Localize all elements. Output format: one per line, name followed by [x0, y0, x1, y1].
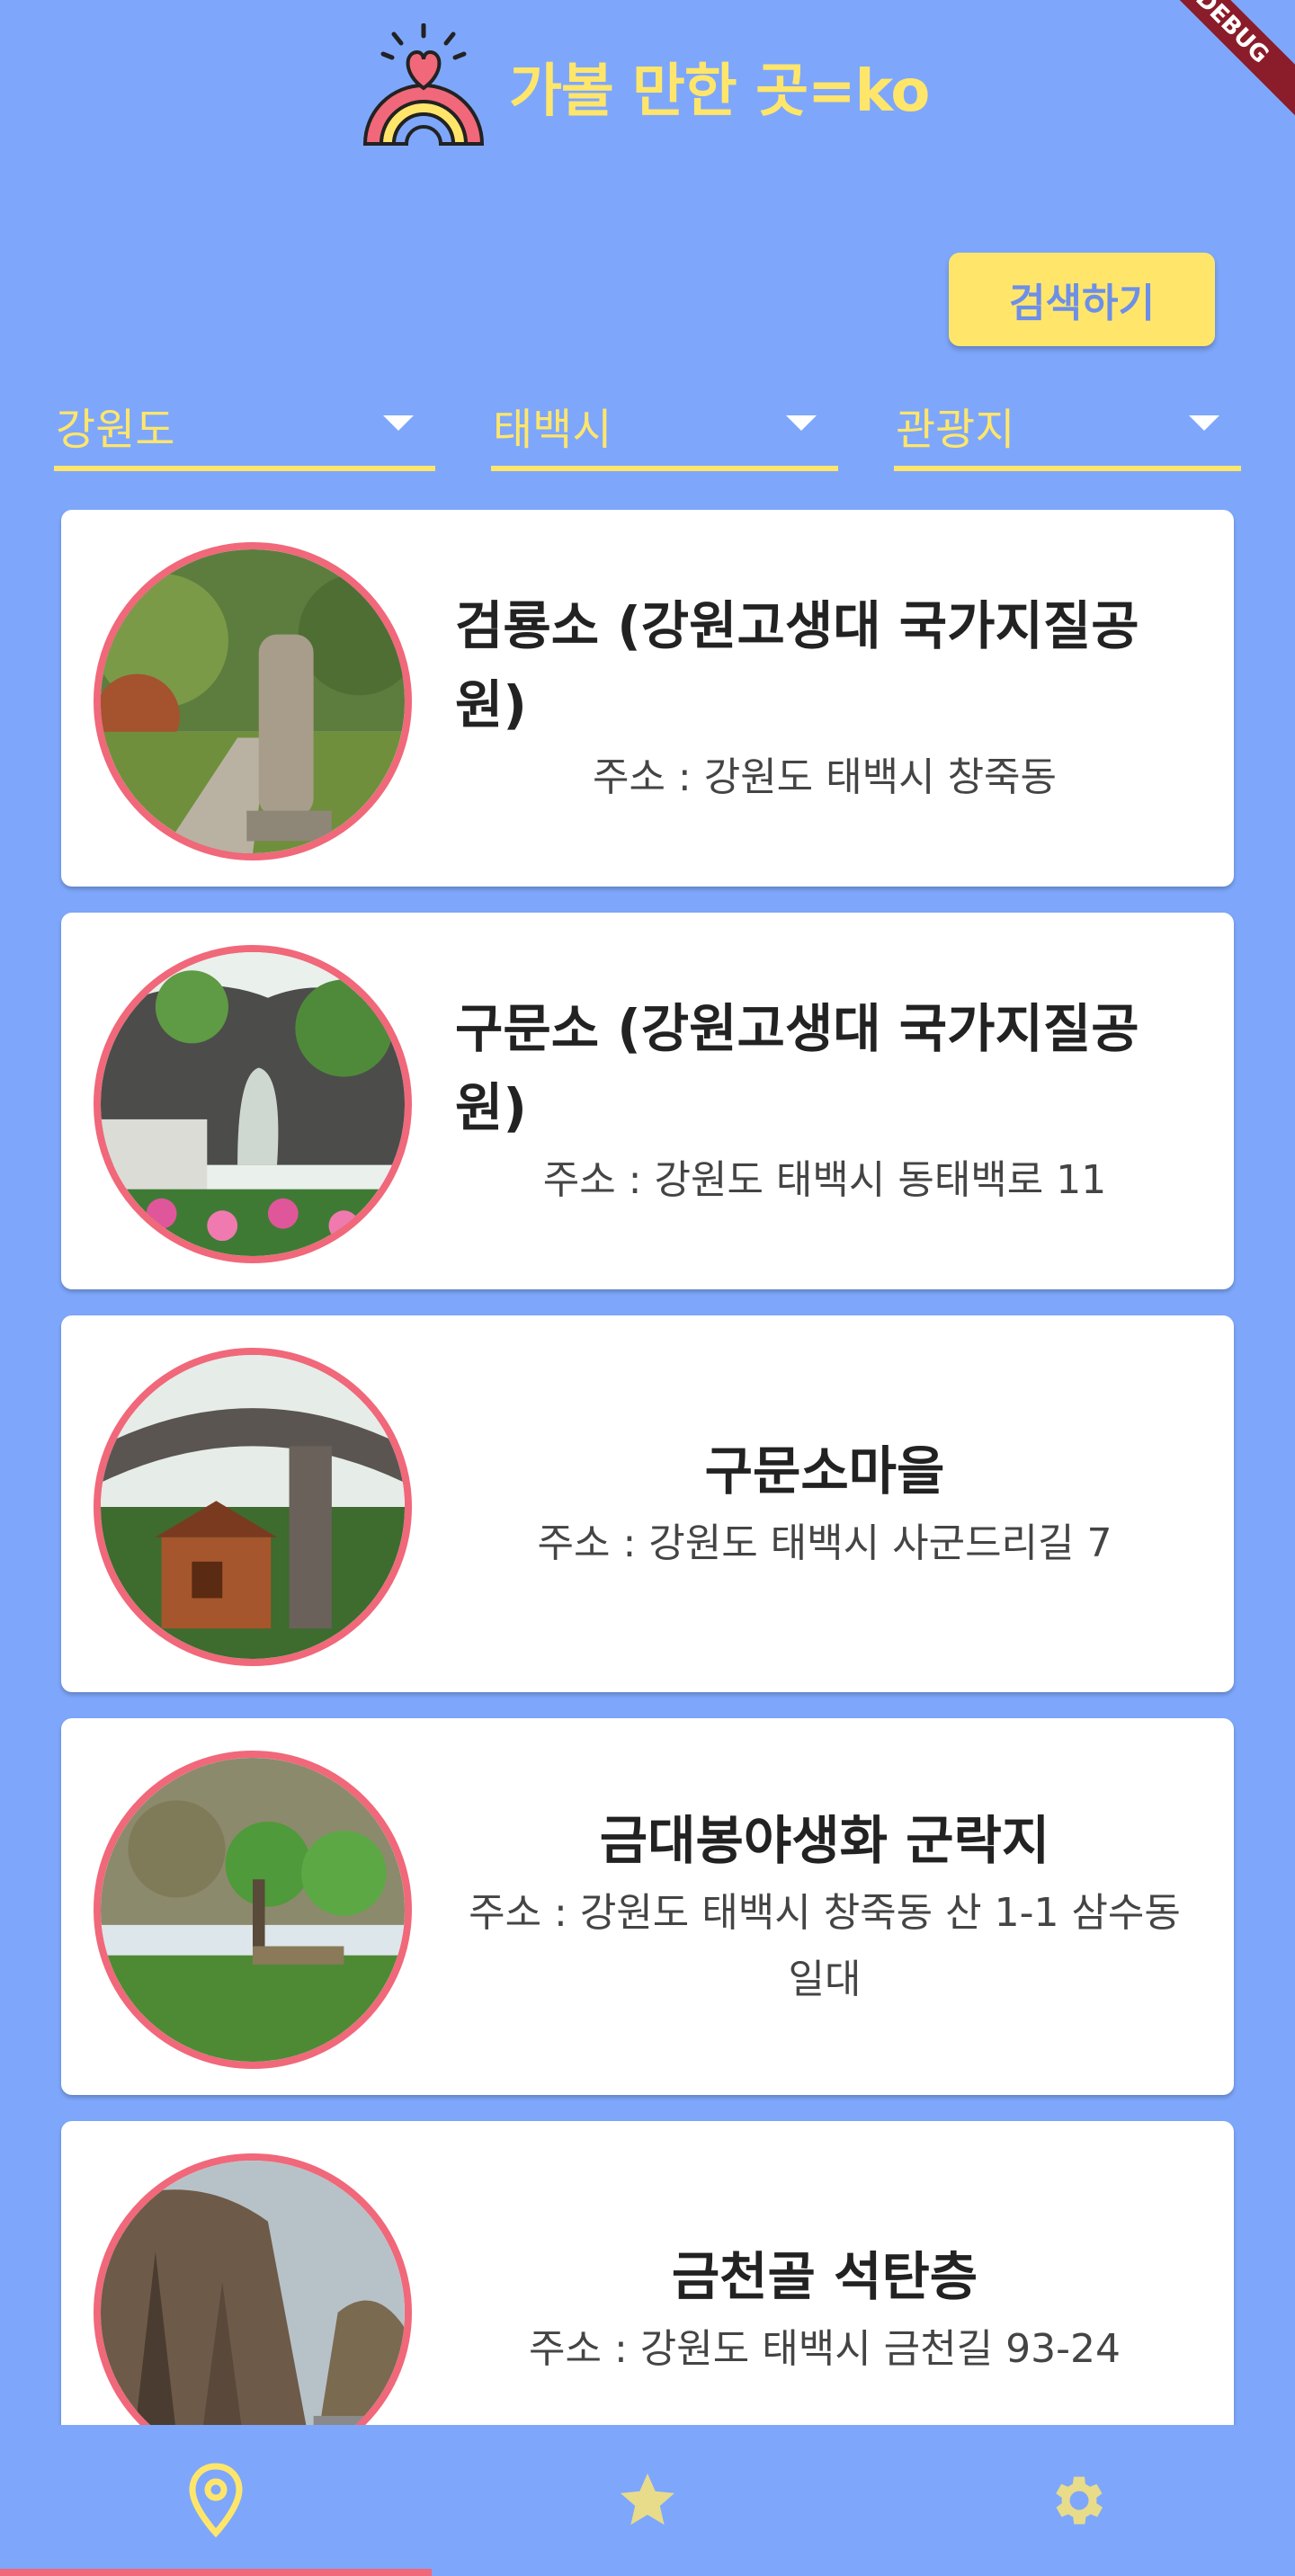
province-dropdown-value: 강원도 — [56, 405, 175, 455]
search-button[interactable]: 검색하기 — [949, 253, 1215, 346]
place-card[interactable]: 구문소 (강원고생대 국가지질공원) 주소 : 강원도 태백시 동태백로 11 — [61, 913, 1234, 1289]
place-photo — [94, 2153, 412, 2425]
category-dropdown[interactable]: 관광지 — [894, 385, 1241, 471]
dropdown-arrow-icon — [786, 415, 817, 431]
city-dropdown-value: 태백시 — [493, 405, 612, 455]
place-address: 주소 : 강원도 태백시 동태백로 11 — [542, 1156, 1107, 1203]
place-card[interactable]: 금천골 석탄층 주소 : 강원도 태백시 금천길 93-24 — [61, 2121, 1234, 2425]
app-title: 가볼 만한 곳=ko — [509, 58, 930, 125]
place-name: 검룡소 (강원고생대 국가지질공원) — [455, 594, 1139, 735]
place-photo — [94, 542, 412, 860]
place-name: 구문소마을 — [704, 1440, 945, 1502]
bottom-navigation — [0, 2425, 1295, 2576]
place-address: 주소 : 강원도 태백시 창죽동 — [592, 753, 1058, 800]
place-address: 주소 : 강원도 태백시 금천길 93-24 — [529, 2325, 1121, 2372]
place-address: 주소 : 강원도 태백시 사군드리길 7 — [537, 1520, 1112, 1566]
app-header: 가볼 만한 곳=ko DEBUG — [0, 0, 1295, 180]
city-dropdown[interactable]: 태백시 — [491, 385, 838, 471]
province-dropdown[interactable]: 강원도 — [54, 385, 435, 471]
place-photo — [94, 1751, 412, 2069]
category-dropdown-value: 관광지 — [896, 405, 1015, 455]
dropdown-arrow-icon — [1189, 415, 1219, 431]
place-name: 구문소 (강원고생대 국가지질공원) — [455, 997, 1139, 1138]
place-name: 금천골 석탄층 — [671, 2245, 978, 2307]
debug-banner: DEBUG — [1136, 0, 1295, 123]
rainbow-heart-logo-icon — [358, 22, 489, 149]
star-icon — [621, 2473, 674, 2525]
place-card[interactable]: 구문소마을 주소 : 강원도 태백시 사군드리길 7 — [61, 1315, 1234, 1692]
place-card[interactable]: 검룡소 (강원고생대 국가지질공원) 주소 : 강원도 태백시 창죽동 — [61, 510, 1234, 887]
active-tab-indicator — [0, 2569, 432, 2576]
place-photo — [94, 1348, 412, 1666]
places-list[interactable]: 검룡소 (강원고생대 국가지질공원) 주소 : 강원도 태백시 창죽동 구문소 … — [0, 510, 1295, 2425]
location-pin-icon — [189, 2463, 243, 2538]
place-address: 주소 : 강원도 태백시 창죽동 산 1-1 삼수동 일대 — [469, 1889, 1181, 2002]
place-name: 금대봉야생화 군락지 — [599, 1809, 1050, 1871]
dropdown-arrow-icon — [383, 415, 414, 431]
place-card[interactable]: 금대봉야생화 군락지 주소 : 강원도 태백시 창죽동 산 1-1 삼수동 일대 — [61, 1718, 1234, 2095]
place-photo — [94, 945, 412, 1263]
nav-tab-settings[interactable] — [863, 2425, 1295, 2576]
gear-icon — [1056, 2476, 1103, 2525]
nav-tab-places[interactable] — [0, 2425, 432, 2576]
nav-tab-favorites[interactable] — [432, 2425, 863, 2576]
